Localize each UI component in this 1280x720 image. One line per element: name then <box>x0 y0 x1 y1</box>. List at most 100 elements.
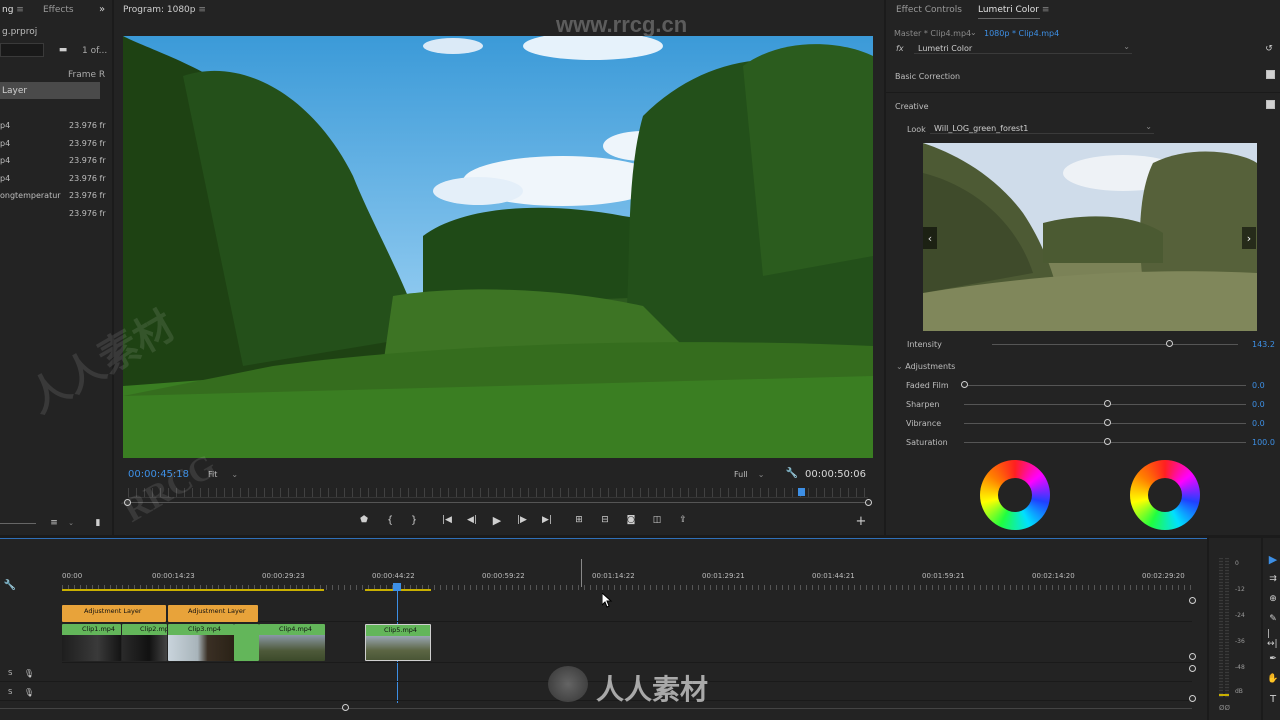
new-item-icon[interactable]: ▮ <box>92 518 104 528</box>
project-item-row[interactable]: p4 23.976 fr <box>0 139 106 153</box>
go-to-in-icon[interactable]: |◀ <box>440 513 454 527</box>
sharpen-slider-thumb[interactable] <box>1104 400 1111 407</box>
monitor-zoom-scrollbar[interactable] <box>128 502 868 503</box>
track-solo-label[interactable]: S <box>8 669 12 677</box>
export-icon[interactable]: ⇪ <box>676 513 690 527</box>
faded-film-slider-track[interactable] <box>964 385 1246 386</box>
look-select[interactable]: Will_LOG_green_forest1 ⌄ <box>930 122 1154 134</box>
menu-icon[interactable]: ≡ <box>1042 5 1050 15</box>
video-clip-5[interactable]: Clip5.mp4 <box>365 624 431 661</box>
track-select-tool-icon[interactable]: ⇉ <box>1267 572 1279 586</box>
vibrance-slider-thumb[interactable] <box>1104 419 1111 426</box>
wrench-icon[interactable]: 🔧 <box>786 467 798 479</box>
slip-tool-icon[interactable]: |↔| <box>1267 629 1279 649</box>
add-marker-icon[interactable]: ⬟ <box>358 513 370 527</box>
go-to-out-icon[interactable]: ▶| <box>540 513 554 527</box>
video-clip-3[interactable]: Clip3.mp4 <box>168 624 234 661</box>
hand-tool-icon[interactable]: ✋ <box>1267 672 1279 686</box>
mark-in-icon[interactable]: { <box>384 513 396 527</box>
ripple-edit-tool-icon[interactable]: ⊕ <box>1267 592 1279 606</box>
extract-icon[interactable]: ⊟ <box>598 513 612 527</box>
creative-header[interactable]: Creative <box>895 102 929 111</box>
pen-tool-icon[interactable]: ✒ <box>1267 652 1279 666</box>
lumetri-color-tab[interactable]: Lumetri Color ≡ <box>978 5 1049 15</box>
reset-icon[interactable]: ↺ <box>1263 43 1275 55</box>
intensity-value[interactable]: 143.2 <box>1252 340 1275 349</box>
sharpen-value[interactable]: 0.0 <box>1252 400 1265 409</box>
project-item-row[interactable]: p4 23.976 fr <box>0 156 106 170</box>
faded-film-value[interactable]: 0.0 <box>1252 381 1265 390</box>
monitor-time-ruler[interactable] <box>128 488 868 498</box>
project-search-input[interactable] <box>0 43 44 57</box>
microphone-icon[interactable]: 🎙 <box>24 686 34 698</box>
effect-select[interactable]: Lumetri Color ⌄ <box>914 42 1132 54</box>
mark-out-icon[interactable]: } <box>408 513 420 527</box>
button-editor-plus-icon[interactable]: + <box>854 514 868 529</box>
program-video-frame[interactable] <box>123 36 873 458</box>
saturation-slider-thumb[interactable] <box>1104 438 1111 445</box>
project-item-row[interactable]: ongtemperatur 23.976 fr <box>0 191 106 205</box>
meter-solo-buttons[interactable]: ØØ <box>1219 704 1230 712</box>
vibrance-value[interactable]: 0.0 <box>1252 419 1265 428</box>
v-scroll-handle-top[interactable] <box>1189 597 1196 604</box>
project-item-row[interactable]: 23.976 fr <box>0 209 106 223</box>
creative-checkbox[interactable] <box>1266 100 1275 109</box>
a-scroll-handle-top[interactable] <box>1189 665 1196 672</box>
chevron-down-icon[interactable]: ⌄ <box>970 28 977 37</box>
video-clip-1[interactable]: Clip1.mp4 <box>62 624 121 661</box>
sequence-clip-link[interactable]: 1080p * Clip4.mp4 <box>984 29 1059 38</box>
zoom-scroll-end-handle[interactable] <box>865 499 872 506</box>
saturation-value[interactable]: 100.0 <box>1252 438 1275 447</box>
highlight-wheel-center <box>1148 478 1182 512</box>
column-header-frame-rate[interactable]: Frame R <box>68 70 105 80</box>
adjustment-layer-clip[interactable]: Adjustment Layer <box>62 605 166 622</box>
selected-project-item[interactable]: Layer <box>0 82 100 99</box>
master-clip-link[interactable]: Master * Clip4.mp4 <box>894 29 971 38</box>
microphone-icon[interactable]: 🎙 <box>24 667 34 679</box>
project-item-row[interactable]: p4 23.976 fr <box>0 121 106 135</box>
v-scroll-handle-bottom[interactable] <box>1189 653 1196 660</box>
adjustment-layer-clip[interactable]: Adjustment Layer <box>168 605 258 622</box>
playback-resolution-select[interactable]: Full ⌄ <box>734 470 764 479</box>
adjustments-header[interactable]: ⌄ Adjustments <box>896 362 955 371</box>
horizontal-scroll-handle[interactable] <box>342 704 349 711</box>
next-look-button[interactable]: › <box>1242 227 1256 249</box>
lift-icon[interactable]: ⊞ <box>572 513 586 527</box>
intensity-slider-track[interactable] <box>992 344 1238 345</box>
effects-tab[interactable]: Effects <box>43 5 74 15</box>
sort-icon[interactable]: ⌄ <box>66 518 76 528</box>
type-tool-icon[interactable]: T <box>1267 692 1279 706</box>
play-icon[interactable]: ▶ <box>490 513 504 527</box>
faded-film-slider-thumb[interactable] <box>961 381 968 388</box>
intensity-slider-thumb[interactable] <box>1166 340 1173 347</box>
step-forward-icon[interactable]: |▶ <box>516 513 528 527</box>
previous-look-button[interactable]: ‹ <box>923 227 937 249</box>
clip-gap-fill <box>234 624 259 661</box>
selection-tool-icon[interactable]: ▶ <box>1267 552 1279 566</box>
video-clip-4[interactable]: Clip4.mp4 <box>259 624 325 661</box>
menu-icon[interactable]: ≡ <box>16 5 24 15</box>
comparison-view-icon[interactable]: ◫ <box>650 513 664 527</box>
export-frame-icon[interactable]: ◙ <box>624 513 638 527</box>
menu-icon[interactable]: ≡ <box>198 5 206 15</box>
fx-badge[interactable]: fx <box>896 44 904 53</box>
video-clip-2[interactable]: Clip2.mp4 <box>122 624 167 661</box>
basic-correction-header[interactable]: Basic Correction <box>895 72 960 81</box>
a-scroll-handle-bottom[interactable] <box>1189 695 1196 702</box>
project-tab[interactable]: ng ≡ <box>2 5 24 15</box>
work-area-bar-1[interactable] <box>62 589 324 591</box>
new-bin-icon[interactable]: ▬ <box>57 44 69 56</box>
monitor-playhead[interactable] <box>798 488 805 496</box>
razor-tool-icon[interactable]: ✎ <box>1267 612 1279 626</box>
project-item-frame-rate: 23.976 fr <box>69 209 106 218</box>
zoom-slider[interactable] <box>0 523 36 524</box>
list-view-icon[interactable]: ≡ <box>48 518 60 528</box>
track-solo-label[interactable]: S <box>8 688 12 696</box>
program-monitor-title[interactable]: Program: 1080p ≡ <box>123 5 206 15</box>
horizontal-scrollbar[interactable] <box>0 708 1192 709</box>
panel-overflow-icon[interactable]: » <box>96 3 108 15</box>
effect-controls-tab[interactable]: Effect Controls <box>896 5 962 15</box>
step-back-icon[interactable]: ◀| <box>466 513 478 527</box>
basic-correction-checkbox[interactable] <box>1266 70 1275 79</box>
project-item-row[interactable]: p4 23.976 fr <box>0 174 106 188</box>
